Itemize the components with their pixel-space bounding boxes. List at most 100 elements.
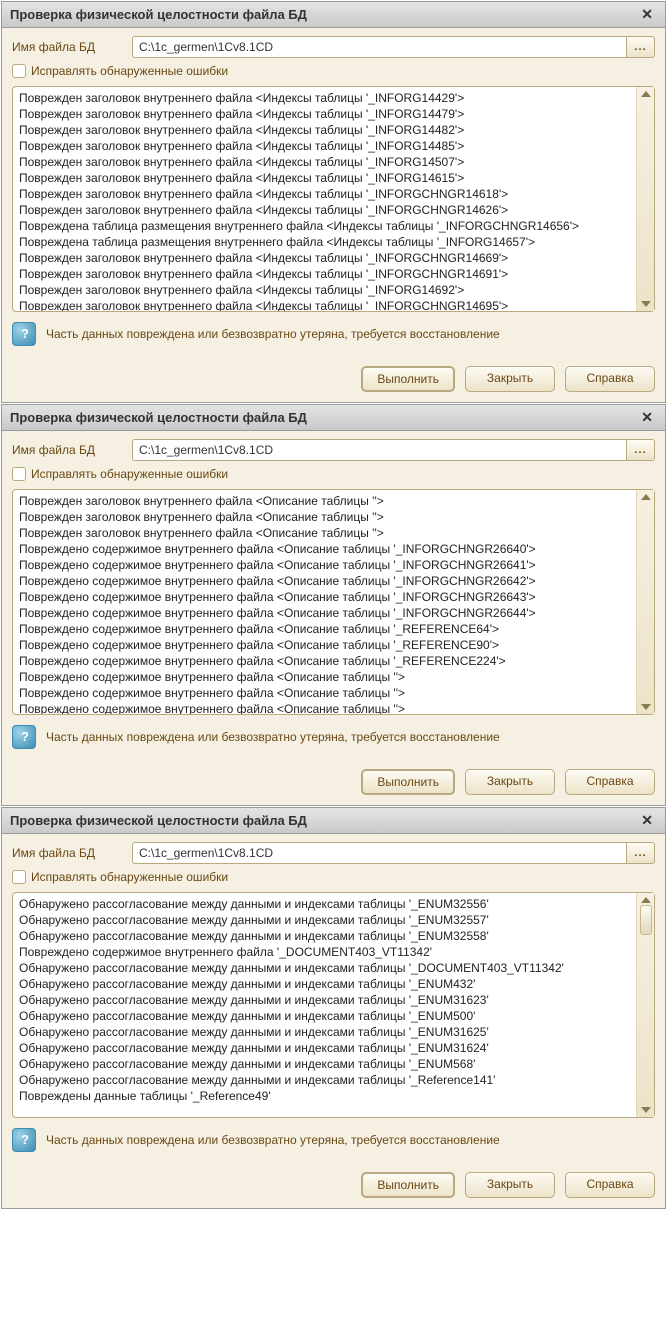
scroll-up-icon[interactable] [641,897,651,903]
log-line: Поврежден заголовок внутреннего файла <И… [19,266,630,282]
log-line: Поврежден заголовок внутреннего файла <И… [19,250,630,266]
fix-errors-checkbox[interactable] [12,467,26,481]
log-line: Поврежден заголовок внутреннего файла <И… [19,202,630,218]
path-input-group: ... [132,842,655,864]
close-button[interactable]: Закрыть [465,1172,555,1198]
browse-button[interactable]: ... [627,36,655,58]
log-line: Поврежден заголовок внутреннего файла <И… [19,170,630,186]
log-line: Повреждено содержимое внутреннего файла … [19,944,630,960]
scrollbar[interactable] [636,87,654,311]
log-text[interactable]: Обнаружено рассогласование между данными… [13,893,636,1117]
log-line: Поврежден заголовок внутреннего файла <О… [19,509,630,525]
fix-errors-label: Исправлять обнаруженные ошибки [31,870,228,884]
dialog-title: Проверка физической целостности файла БД [10,813,307,828]
log-line: Повреждено содержимое внутреннего файла … [19,637,630,653]
close-icon[interactable]: ✕ [637,812,657,829]
scroll-up-icon[interactable] [641,91,651,97]
run-button[interactable]: Выполнить [361,366,455,392]
button-row: Выполнить Закрыть Справка [12,1172,655,1198]
dialog-content: Имя файла БД ... Исправлять обнаруженные… [2,431,665,805]
dialog-title: Проверка физической целостности файла БД [10,7,307,22]
fix-errors-label: Исправлять обнаруженные ошибки [31,467,228,481]
button-row: Выполнить Закрыть Справка [12,366,655,392]
status-text: Часть данных повреждена или безвозвратно… [46,730,500,744]
filename-label: Имя файла БД [12,443,132,457]
log-line: Повреждено содержимое внутреннего файла … [19,605,630,621]
path-input-group: ... [132,36,655,58]
filename-row: Имя файла БД ... [12,439,655,461]
log-line: Обнаружено рассогласование между данными… [19,1072,630,1088]
log-line: Повреждено содержимое внутреннего файла … [19,557,630,573]
log-line: Поврежден заголовок внутреннего файла <И… [19,122,630,138]
run-button[interactable]: Выполнить [361,1172,455,1198]
log-line: Обнаружено рассогласование между данными… [19,976,630,992]
scroll-down-icon[interactable] [641,301,651,307]
status-text: Часть данных повреждена или безвозвратно… [46,327,500,341]
help-button[interactable]: Справка [565,1172,655,1198]
log-line: Обнаружено рассогласование между данными… [19,912,630,928]
log-line: Повреждена таблица размещения внутреннег… [19,218,630,234]
log-line: Повреждены данные таблицы '_Reference49' [19,1088,630,1104]
log-line: Обнаружено рассогласование между данными… [19,928,630,944]
fix-errors-checkbox[interactable] [12,64,26,78]
log-line: Обнаружено рассогласование между данными… [19,1008,630,1024]
db-check-dialog-1: Проверка физической целостности файла БД… [1,1,666,403]
log-area: Поврежден заголовок внутреннего файла <И… [12,86,655,312]
log-line: Повреждено содержимое внутреннего файла … [19,685,630,701]
log-line: Поврежден заголовок внутреннего файла <О… [19,493,630,509]
close-icon[interactable]: ✕ [637,6,657,23]
path-input[interactable] [132,842,627,864]
log-text[interactable]: Поврежден заголовок внутреннего файла <И… [13,87,636,311]
filename-row: Имя файла БД ... [12,842,655,864]
log-line: Повреждено содержимое внутреннего файла … [19,653,630,669]
log-text[interactable]: Поврежден заголовок внутреннего файла <О… [13,490,636,714]
log-line: Поврежден заголовок внутреннего файла <И… [19,90,630,106]
close-button[interactable]: Закрыть [465,366,555,392]
titlebar[interactable]: Проверка физической целостности файла БД… [2,808,665,834]
button-row: Выполнить Закрыть Справка [12,769,655,795]
fix-errors-checkbox[interactable] [12,870,26,884]
log-area: Поврежден заголовок внутреннего файла <О… [12,489,655,715]
path-input[interactable] [132,36,627,58]
scrollbar[interactable] [636,490,654,714]
path-input[interactable] [132,439,627,461]
run-button[interactable]: Выполнить [361,769,455,795]
titlebar[interactable]: Проверка физической целостности файла БД… [2,405,665,431]
log-line: Повреждено содержимое внутреннего файла … [19,669,630,685]
dialog-title: Проверка физической целостности файла БД [10,410,307,425]
dialog-content: Имя файла БД ... Исправлять обнаруженные… [2,28,665,402]
scroll-down-icon[interactable] [641,704,651,710]
status-row: Часть данных повреждена или безвозвратно… [12,322,655,346]
scrollbar[interactable] [636,893,654,1117]
log-line: Обнаружено рассогласование между данными… [19,896,630,912]
log-line: Обнаружено рассогласование между данными… [19,960,630,976]
log-line: Обнаружено рассогласование между данными… [19,1056,630,1072]
log-line: Повреждено содержимое внутреннего файла … [19,621,630,637]
help-button[interactable]: Справка [565,366,655,392]
log-line: Обнаружено рассогласование между данными… [19,992,630,1008]
log-line: Повреждено содержимое внутреннего файла … [19,541,630,557]
titlebar[interactable]: Проверка физической целостности файла БД… [2,2,665,28]
status-row: Часть данных повреждена или безвозвратно… [12,1128,655,1152]
log-line: Повреждено содержимое внутреннего файла … [19,589,630,605]
help-button[interactable]: Справка [565,769,655,795]
log-line: Поврежден заголовок внутреннего файла <И… [19,154,630,170]
scroll-up-icon[interactable] [641,494,651,500]
database-warning-icon [12,322,36,346]
scroll-down-icon[interactable] [641,1107,651,1113]
close-button[interactable]: Закрыть [465,769,555,795]
log-line: Поврежден заголовок внутреннего файла <И… [19,106,630,122]
log-line: Поврежден заголовок внутреннего файла <И… [19,186,630,202]
log-line: Повреждено содержимое внутреннего файла … [19,573,630,589]
fix-errors-row: Исправлять обнаруженные ошибки [12,467,655,481]
log-line: Поврежден заголовок внутреннего файла <О… [19,525,630,541]
scroll-thumb[interactable] [640,905,652,935]
log-line: Повреждена таблица размещения внутреннег… [19,234,630,250]
path-input-group: ... [132,439,655,461]
browse-button[interactable]: ... [627,439,655,461]
fix-errors-row: Исправлять обнаруженные ошибки [12,64,655,78]
log-line: Повреждено содержимое внутреннего файла … [19,701,630,714]
close-icon[interactable]: ✕ [637,409,657,426]
browse-button[interactable]: ... [627,842,655,864]
log-line: Поврежден заголовок внутреннего файла <И… [19,138,630,154]
